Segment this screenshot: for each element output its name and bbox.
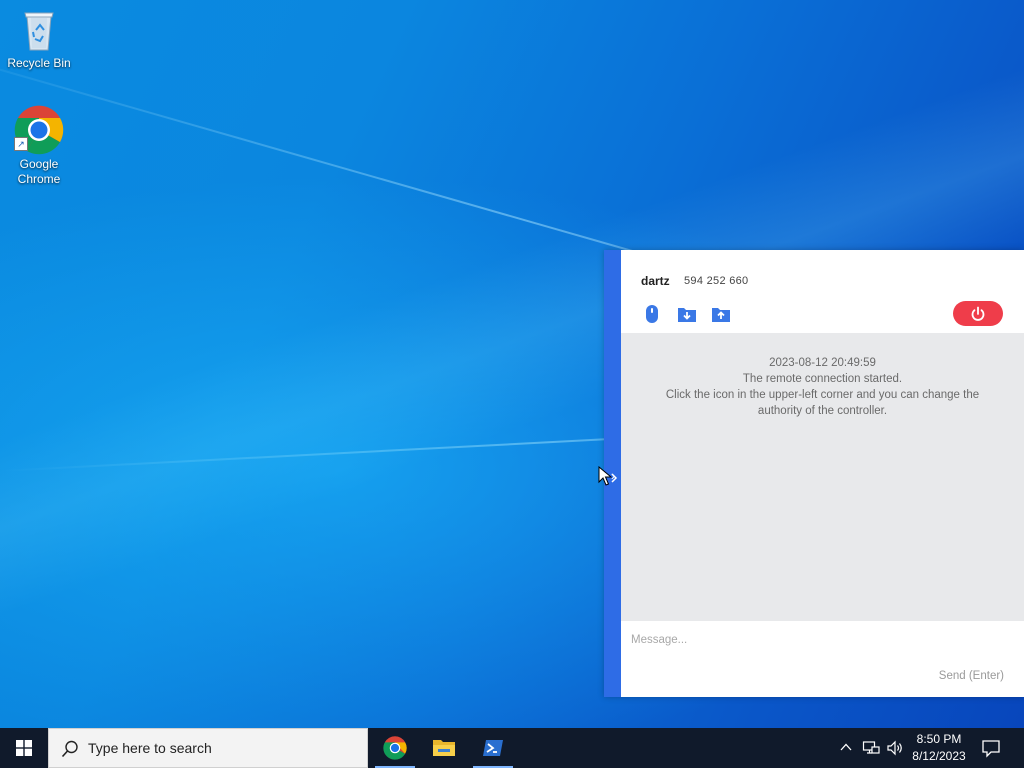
file-upload-button[interactable] — [710, 304, 732, 324]
message-input[interactable] — [629, 629, 1013, 651]
mouse-icon — [646, 305, 658, 323]
mouse-control-button[interactable] — [641, 304, 663, 324]
desktop-icon-label: Google Chrome — [17, 157, 61, 186]
chevron-up-icon[interactable] — [838, 739, 854, 755]
taskbar-app-chrome[interactable] — [375, 728, 415, 768]
desktop-icon-label: Recycle Bin — [7, 56, 71, 70]
action-center-icon[interactable] — [980, 737, 1002, 759]
disconnect-button[interactable] — [953, 301, 1003, 326]
message-line: The remote connection started. — [742, 373, 903, 385]
search-placeholder: Type here to search — [88, 740, 212, 756]
send-button[interactable]: Send (Enter) — [939, 670, 1004, 682]
download-folder-icon — [678, 308, 696, 322]
controller-id: 594 252 660 — [684, 275, 749, 287]
message-line: Click the icon in the upper-left corner … — [665, 389, 980, 417]
file-download-button[interactable] — [676, 304, 698, 324]
taskbar-search[interactable]: Type here to search — [48, 728, 368, 768]
remote-control-panel: › dartz 594 252 660 2023-08-12 20:49:59 … — [604, 250, 1024, 697]
start-button[interactable] — [0, 728, 48, 768]
search-icon — [61, 740, 78, 758]
shortcut-arrow-icon: ↗ — [14, 137, 28, 151]
recycle-bin-icon — [24, 12, 54, 51]
mouse-cursor-icon — [598, 466, 618, 486]
clock-date: 8/12/2023 — [912, 749, 966, 763]
windows-logo-icon — [16, 740, 32, 756]
taskbar: Type here to search 8:50 PM 8/12/2023 — [0, 728, 1024, 768]
network-icon[interactable] — [862, 739, 880, 757]
panel-header: dartz 594 252 660 — [621, 250, 1024, 333]
chat-log: 2023-08-12 20:49:59 The remote connectio… — [621, 333, 1024, 621]
upload-folder-icon — [712, 308, 730, 322]
powershell-icon — [483, 740, 503, 756]
power-icon — [971, 306, 985, 321]
volume-icon[interactable] — [886, 739, 904, 757]
system-message: 2023-08-12 20:49:59 The remote connectio… — [621, 355, 1024, 419]
desktop-icon-recycle-bin[interactable]: Recycle Bin — [1, 6, 77, 71]
file-explorer-icon — [433, 740, 455, 756]
message-composer: Send (Enter) — [621, 621, 1024, 697]
taskbar-app-powershell[interactable] — [473, 728, 513, 768]
chrome-icon — [383, 736, 407, 760]
message-timestamp: 2023-08-12 20:49:59 — [769, 357, 876, 369]
desktop-icon-google-chrome[interactable]: Google Chrome — [1, 105, 77, 187]
controller-name: dartz — [641, 274, 670, 288]
clock-time: 8:50 PM — [916, 732, 962, 746]
system-clock[interactable]: 8:50 PM 8/12/2023 — [906, 731, 972, 765]
taskbar-app-file-explorer[interactable] — [424, 728, 464, 768]
